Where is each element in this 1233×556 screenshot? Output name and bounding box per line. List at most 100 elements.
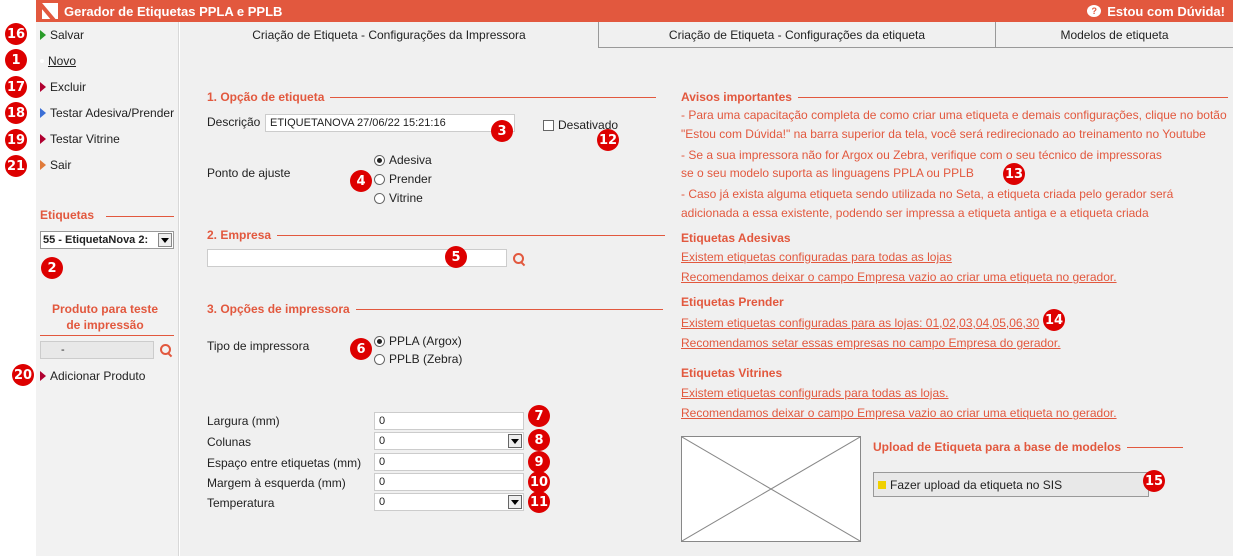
tab-bar: Criação de Etiqueta - Configurações da I… — [180, 22, 1233, 48]
prender-link-2[interactable]: Recomendamos setar essas empresas no cam… — [681, 336, 1061, 350]
radio-pplb[interactable]: PPLB (Zebra) — [374, 352, 462, 366]
radio-prender[interactable]: Prender — [374, 172, 432, 186]
annotation-badge: 13 — [1003, 163, 1025, 185]
chat-bubble-icon: ? — [1087, 5, 1102, 17]
annotation-badge: 2 — [41, 257, 63, 279]
annotation-badge: 19 — [5, 129, 27, 151]
vitrines-link-2[interactable]: Recomendamos deixar o campo Empresa vazi… — [681, 406, 1117, 420]
chevron-down-icon[interactable] — [508, 495, 522, 509]
etiquetas-select[interactable]: 55 - EtiquetaNova 2: — [40, 231, 174, 249]
save-label: Salvar — [50, 28, 85, 42]
new-button[interactable]: Novo — [40, 52, 76, 70]
upload-button-label: Fazer upload da etiqueta no SIS — [890, 477, 1063, 492]
adesivas-link-1[interactable]: Existem etiquetas configuradas para toda… — [681, 250, 952, 264]
radio-circle[interactable] — [374, 154, 385, 166]
help-button[interactable]: ? Estou com Dúvida! — [1087, 4, 1225, 19]
play-icon — [40, 371, 46, 381]
aviso-line: - Se a sua impressora não for Argox ou Z… — [681, 148, 1162, 162]
descricao-label: Descrição — [207, 115, 261, 129]
add-product-button[interactable]: Adicionar Produto — [40, 367, 145, 385]
adesivas-link-2[interactable]: Recomendamos deixar o campo Empresa vazi… — [681, 270, 1117, 284]
annotation-badge: 3 — [491, 120, 513, 142]
vitrines-link-1[interactable]: Existem etiquetas configurads para todas… — [681, 386, 948, 400]
placeholder-cross-icon — [681, 436, 861, 542]
radio-circle[interactable] — [374, 173, 385, 185]
search-icon[interactable] — [513, 253, 525, 265]
main-panel: Criação de Etiqueta - Configurações da I… — [180, 22, 1233, 556]
divider — [355, 308, 663, 310]
radio-ppla[interactable]: PPLA (Argox) — [374, 334, 462, 348]
radio-circle[interactable] — [374, 353, 385, 365]
tab-models[interactable]: Modelos de etiqueta — [996, 22, 1233, 48]
app-title: Gerador de Etiquetas PPLA e PPLB — [64, 3, 283, 19]
annotation-badge: 16 — [5, 23, 27, 45]
colunas-label: Colunas — [207, 435, 252, 449]
annotation-badge: 11 — [528, 491, 550, 513]
etiquetas-heading: Etiquetas — [40, 208, 95, 222]
section-1-title: 1. Opção de etiqueta — [207, 90, 325, 104]
divider — [1127, 446, 1184, 448]
aviso-line: adicionada a essa existente, podendo ser… — [681, 206, 1149, 220]
radio-circle[interactable] — [374, 335, 385, 347]
espaco-label: Espaço entre etiquetas (mm) — [207, 456, 362, 470]
search-icon[interactable] — [160, 344, 172, 356]
radio-label: Vitrine — [389, 191, 423, 205]
delete-button[interactable]: Excluir — [40, 78, 86, 96]
annotation-badge: 7 — [528, 405, 550, 427]
temperatura-select[interactable]: 0 — [374, 493, 524, 511]
prender-link-1[interactable]: Existem etiquetas configuradas para as l… — [681, 316, 1039, 330]
annotation-badge: 21 — [5, 155, 27, 177]
add-product-label: Adicionar Produto — [50, 369, 146, 383]
ponto-label: Ponto de ajuste — [207, 166, 291, 180]
annotation-badge: 1 — [5, 49, 27, 71]
test-vitrine-button[interactable]: Testar Vitrine — [40, 130, 120, 148]
radio-adesiva[interactable]: Adesiva — [374, 153, 432, 167]
radio-vitrine[interactable]: Vitrine — [374, 191, 423, 205]
save-button[interactable]: Salvar — [40, 26, 84, 44]
temperatura-value: 0 — [379, 496, 386, 508]
espaco-input[interactable]: 0 — [374, 453, 524, 471]
produto-input[interactable]: - — [40, 341, 154, 359]
dot-icon — [40, 59, 44, 63]
aviso-line: se o seu modelo suporta as linguagens PP… — [681, 166, 974, 180]
exit-button[interactable]: Sair — [40, 156, 71, 174]
descricao-input[interactable]: ETIQUETANOVA 27/06/22 15:21:16 — [265, 114, 515, 132]
app-logo-icon — [42, 3, 58, 19]
test-vitrine-label: Testar Vitrine — [50, 132, 120, 146]
avisos-title: Avisos importantes — [681, 90, 792, 104]
upload-title: Upload de Etiqueta para a base de modelo… — [873, 440, 1122, 454]
avisos-heading: Avisos importantes — [681, 90, 1228, 104]
annotation-badge: 5 — [445, 246, 467, 268]
annotation-badge: 17 — [5, 76, 27, 98]
radio-label: Adesiva — [389, 153, 432, 167]
test-adesiva-button[interactable]: Testar Adesiva/Prender — [40, 104, 174, 122]
radio-circle[interactable] — [374, 192, 385, 204]
divider — [797, 96, 1228, 98]
produto-heading-1: Produto para teste — [51, 302, 159, 316]
radio-label: PPLA (Argox) — [389, 334, 462, 348]
vitrines-title: Etiquetas Vitrines — [681, 366, 783, 380]
tab-label-config[interactable]: Criação de Etiqueta - Configurações da e… — [599, 22, 996, 48]
chevron-down-icon[interactable] — [158, 233, 172, 247]
aviso-line: - Para uma capacitação completa de como … — [681, 108, 1227, 122]
colunas-select[interactable]: 0 — [374, 432, 524, 450]
upload-heading: Upload de Etiqueta para a base de modelo… — [873, 440, 1184, 454]
produto-heading-2: de impressão — [66, 318, 144, 332]
annotation-badge: 15 — [1143, 470, 1165, 492]
upload-button[interactable]: Fazer upload da etiqueta no SIS — [873, 472, 1149, 497]
largura-input[interactable]: 0 — [374, 412, 524, 430]
prender-title: Etiquetas Prender — [681, 295, 784, 309]
largura-label: Largura (mm) — [207, 414, 280, 428]
chevron-down-icon[interactable] — [508, 434, 522, 448]
margem-input[interactable]: 0 — [374, 473, 524, 491]
delete-label: Excluir — [50, 80, 87, 94]
annotation-badge: 14 — [1043, 309, 1065, 331]
tab-printer-config[interactable]: Criação de Etiqueta - Configurações da I… — [180, 22, 599, 48]
checkbox-box[interactable] — [543, 119, 554, 131]
play-icon — [40, 82, 46, 92]
annotation-badge: 8 — [528, 429, 550, 451]
play-icon — [40, 108, 46, 118]
sidebar: Salvar Novo Excluir Testar Adesiva/Prend… — [36, 22, 179, 556]
tab-label: Criação de Etiqueta - Configurações da I… — [252, 28, 526, 42]
help-label: Estou com Dúvida! — [1107, 3, 1225, 19]
